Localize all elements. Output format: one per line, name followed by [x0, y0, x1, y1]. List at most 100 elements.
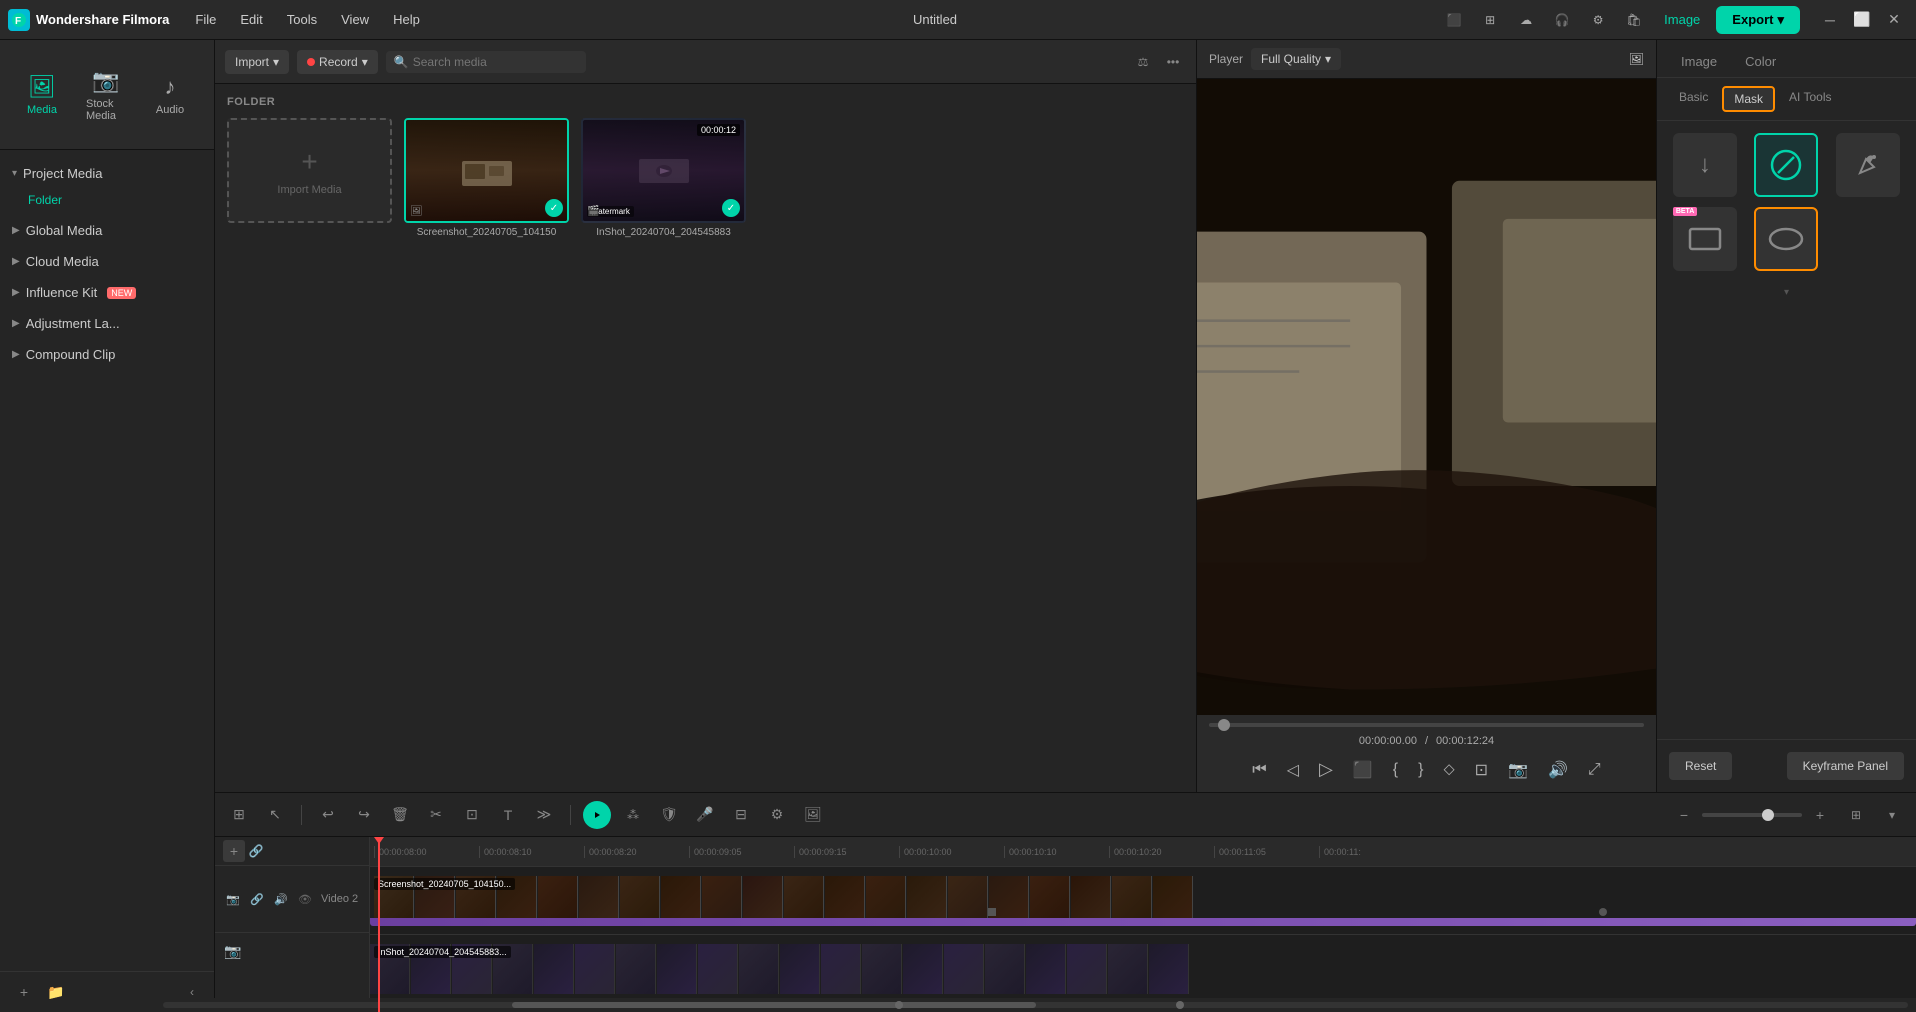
- progress-bar[interactable]: [1209, 723, 1644, 727]
- video1-clip[interactable]: InShot_20240704_204545883...: [370, 944, 1916, 994]
- keyframe-panel-button[interactable]: Keyframe Panel: [1787, 752, 1904, 780]
- grid-icon[interactable]: ⚙: [1584, 6, 1612, 34]
- rectangle-mask-button[interactable]: BETA: [1673, 207, 1737, 271]
- mic-button[interactable]: 🎤: [691, 801, 719, 829]
- shield-button[interactable]: 🛡: [655, 801, 683, 829]
- track-video2-content[interactable]: Screenshot_20240705_104150...: [370, 867, 1916, 935]
- green-action-button[interactable]: [583, 801, 611, 829]
- timeline-scrollbar[interactable]: [215, 998, 1916, 1012]
- import-media-thumb[interactable]: + Import Media: [227, 118, 392, 223]
- quality-dropdown[interactable]: Full Quality ▾: [1251, 48, 1341, 70]
- close-button[interactable]: ✕: [1880, 6, 1908, 34]
- subtab-mask[interactable]: Mask: [1722, 86, 1775, 112]
- tab-audio[interactable]: ♪ Audio: [140, 66, 200, 124]
- list-item[interactable]: ✓ 🖼 Screenshot_20240705_104150: [404, 118, 569, 238]
- login-button[interactable]: Image: [1656, 8, 1708, 31]
- tab-image[interactable]: Image: [1669, 48, 1729, 77]
- shop-icon[interactable]: 🛍: [1620, 6, 1648, 34]
- select-tool-button[interactable]: ↖: [261, 801, 289, 829]
- scrollbar-thumb[interactable]: [512, 1002, 1036, 1008]
- import-button[interactable]: Import ▾: [225, 50, 289, 74]
- stop-button[interactable]: ⬛: [1349, 756, 1377, 784]
- tab-titles[interactable]: T Titles: [204, 67, 214, 122]
- timeline-main[interactable]: 00:00:08:00 00:00:08:10 00:00:08:20 00:0…: [370, 837, 1916, 1012]
- ai-edit-button[interactable]: ⚙: [763, 801, 791, 829]
- out-point-button[interactable]: }: [1414, 757, 1427, 783]
- tab-media[interactable]: 🖼 Media: [12, 66, 72, 124]
- grid-view-button[interactable]: ⊞: [1842, 801, 1870, 829]
- track-audio-icon[interactable]: 🔊: [271, 889, 291, 909]
- minimize-button[interactable]: ─: [1816, 6, 1844, 34]
- menu-view[interactable]: View: [331, 8, 379, 31]
- zoom-thumb[interactable]: [1762, 809, 1774, 821]
- cloud-upload-icon[interactable]: ☁: [1512, 6, 1540, 34]
- progress-thumb[interactable]: [1218, 719, 1230, 731]
- sidebar-item-cloud-media[interactable]: ▶ Cloud Media: [0, 246, 214, 277]
- text-button[interactable]: T: [494, 801, 522, 829]
- undo-button[interactable]: ↩: [314, 801, 342, 829]
- list-item[interactable]: + Import Media: [227, 118, 392, 238]
- record-button[interactable]: Record ▾: [297, 50, 378, 74]
- settings2-button[interactable]: ⤢: [1584, 757, 1605, 783]
- subtab-basic[interactable]: Basic: [1669, 86, 1718, 112]
- step-back-button[interactable]: ◁: [1283, 756, 1303, 784]
- search-box[interactable]: 🔍: [386, 51, 586, 73]
- preview-image-icon[interactable]: 🖼: [1629, 52, 1644, 66]
- markers-button[interactable]: ⬦: [1439, 757, 1458, 783]
- menu-help[interactable]: Help: [383, 8, 430, 31]
- sidebar-item-global-media[interactable]: ▶ Global Media: [0, 215, 214, 246]
- headphone-icon[interactable]: 🎧: [1548, 6, 1576, 34]
- add-track-small-button[interactable]: +: [223, 840, 245, 862]
- grid-options-button[interactable]: ▾: [1878, 801, 1906, 829]
- menu-tools[interactable]: Tools: [277, 8, 327, 31]
- filter-icon[interactable]: ⚖: [1130, 49, 1156, 75]
- video2-clip[interactable]: Screenshot_20240705_104150...: [370, 876, 1916, 926]
- screenshot-thumb[interactable]: ✓ 🖼: [404, 118, 569, 223]
- reset-button[interactable]: Reset: [1669, 752, 1732, 780]
- tab-stock-media[interactable]: 📷 Stock Media: [76, 60, 136, 130]
- layout-icon[interactable]: ⊞: [1476, 6, 1504, 34]
- sidebar-item-adjustment-layer[interactable]: ▶ Adjustment La...: [0, 308, 214, 339]
- in-point-button[interactable]: {: [1389, 757, 1402, 783]
- search-input[interactable]: [413, 55, 578, 69]
- export-button[interactable]: Export ▾: [1716, 6, 1800, 34]
- tab-color[interactable]: Color: [1733, 48, 1788, 77]
- fullscreen-button[interactable]: ⊡: [1471, 756, 1492, 784]
- redo-button[interactable]: ↪: [350, 801, 378, 829]
- crop-button[interactable]: ⊡: [458, 801, 486, 829]
- circle-slash-mask-button[interactable]: [1754, 133, 1818, 197]
- zoom-slider[interactable]: [1702, 813, 1802, 817]
- scrollbar-track[interactable]: [215, 1002, 1908, 1008]
- more-options-icon[interactable]: •••: [1160, 49, 1186, 75]
- sidebar-item-compound-clip[interactable]: ▶ Compound Clip: [0, 339, 214, 370]
- add-folder-button[interactable]: +: [12, 980, 36, 1004]
- particles-button[interactable]: ⁂: [619, 801, 647, 829]
- ellipse-mask-button[interactable]: [1754, 207, 1818, 271]
- menu-file[interactable]: File: [185, 8, 226, 31]
- pen-mask-button[interactable]: [1836, 133, 1900, 197]
- sidebar-item-influence-kit[interactable]: ▶ Influence Kit NEW: [0, 277, 214, 308]
- volume-button[interactable]: 🔊: [1544, 756, 1572, 784]
- track-v1-camera-icon[interactable]: 📷: [223, 941, 243, 961]
- menu-edit[interactable]: Edit: [230, 8, 272, 31]
- link-tracks-button[interactable]: 🔗: [245, 840, 267, 862]
- track-camera-icon[interactable]: 📷: [223, 889, 243, 909]
- zoom-out-button[interactable]: −: [1670, 801, 1698, 829]
- inshot-thumb[interactable]: 00:00:12 Watermark ✓ 🎬: [581, 118, 746, 223]
- snapshot-button[interactable]: 📷: [1504, 756, 1532, 784]
- list-item[interactable]: 00:00:12 Watermark ✓ 🎬 InShot_20240704_2…: [581, 118, 746, 238]
- cut-button[interactable]: ✂: [422, 801, 450, 829]
- play-button[interactable]: ▷: [1315, 755, 1337, 784]
- captions-button[interactable]: ⊟: [727, 801, 755, 829]
- folder-button[interactable]: 📁: [44, 980, 68, 1004]
- monitor-icon[interactable]: ⬛: [1440, 6, 1468, 34]
- track-video1-content[interactable]: InShot_20240704_204545883...: [370, 935, 1916, 1003]
- speed-button[interactable]: ≫: [530, 801, 558, 829]
- sticker-tl-button[interactable]: 🖼: [799, 801, 827, 829]
- maximize-button[interactable]: ⬜: [1848, 6, 1876, 34]
- track-visibility-icon[interactable]: 👁: [295, 889, 315, 909]
- delete-button[interactable]: 🗑: [386, 801, 414, 829]
- subtab-ai-tools[interactable]: AI Tools: [1779, 86, 1841, 112]
- sidebar-item-project-media[interactable]: ▾ Project Media: [0, 158, 214, 189]
- track-link-icon[interactable]: 🔗: [247, 889, 267, 909]
